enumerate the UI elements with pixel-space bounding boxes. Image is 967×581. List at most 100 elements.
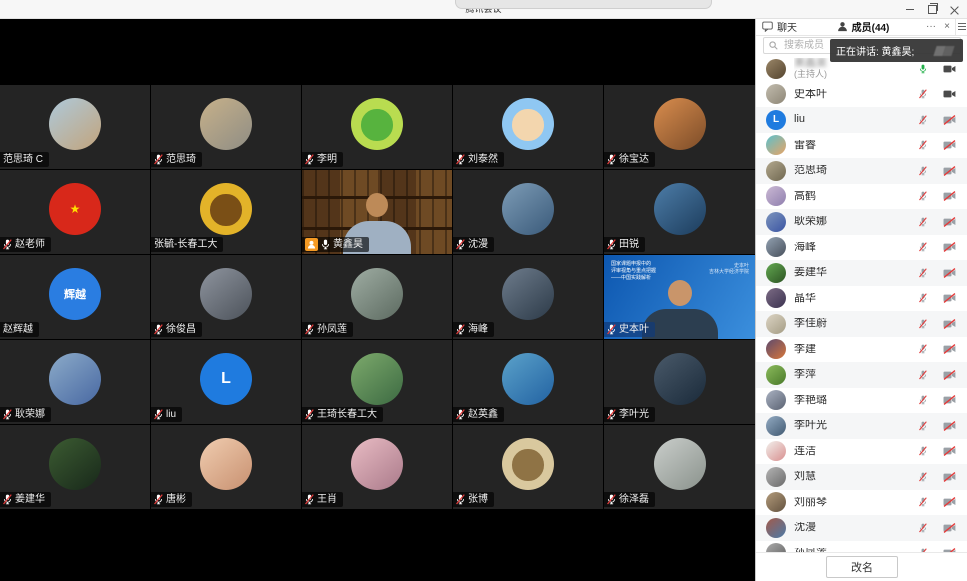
video-tile[interactable]: 田锐 (604, 170, 755, 254)
camera-off-icon[interactable] (943, 523, 956, 533)
video-tile[interactable]: 徐泽磊 (604, 425, 755, 509)
member-row[interactable]: 刘丽琴 (756, 490, 967, 516)
mic-muted-icon[interactable] (919, 472, 927, 482)
camera-off-icon[interactable] (943, 370, 956, 380)
video-tile[interactable]: 范思琦 (151, 85, 301, 169)
camera-off-icon[interactable] (943, 217, 956, 227)
close-window-button[interactable] (943, 1, 965, 17)
video-tile[interactable]: ★ 赵老师 (0, 170, 150, 254)
avatar (766, 365, 786, 385)
member-row[interactable]: 李艳璐 (756, 388, 967, 414)
member-row[interactable]: 晶华 (756, 286, 967, 312)
mic-muted-icon[interactable] (919, 446, 927, 456)
member-row[interactable]: 姜建华 (756, 260, 967, 286)
mic-muted-icon[interactable] (919, 497, 927, 507)
participant-name: 史本叶 (619, 323, 649, 336)
video-tile[interactable]: 刘泰然 (453, 85, 603, 169)
tab-chat[interactable]: 聊天 (756, 18, 803, 35)
camera-on-icon[interactable] (943, 64, 956, 74)
member-row[interactable]: 沈漫 (756, 515, 967, 541)
member-row[interactable]: 连洁 (756, 439, 967, 465)
avatar (200, 268, 252, 320)
camera-off-icon[interactable] (943, 191, 956, 201)
video-tile[interactable]: 海峰 (453, 255, 603, 339)
video-tile[interactable]: 辉越赵辉越 (0, 255, 150, 339)
member-row[interactable]: 史本叶 (756, 82, 967, 108)
mic-muted-icon[interactable] (919, 140, 927, 150)
member-row[interactable]: 李叶光 (756, 413, 967, 439)
member-row[interactable]: 刘慧 (756, 464, 967, 490)
video-tile[interactable]: 范思琦 C (0, 85, 150, 169)
video-tile[interactable]: 唐彬 (151, 425, 301, 509)
mic-muted-icon[interactable] (919, 217, 927, 227)
member-row[interactable]: Lliu (756, 107, 967, 133)
participant-name-label: 姜建华 (0, 492, 51, 507)
mic-muted-icon[interactable] (919, 166, 927, 176)
camera-off-icon[interactable] (943, 115, 956, 125)
video-tile[interactable]: 王肖 (302, 425, 452, 509)
avatar: ★ (49, 183, 101, 235)
video-tile[interactable]: Lliu (151, 340, 301, 424)
video-tile[interactable]: 李叶光 (604, 340, 755, 424)
video-tile[interactable]: 国家课题申报中的评审视角与重点把握——中国实践解析史本叶吉林大学经济学院史本叶 (604, 255, 755, 339)
mic-muted-icon[interactable] (919, 370, 927, 380)
video-tile[interactable]: 沈漫 (453, 170, 603, 254)
panel-menu-button[interactable] (955, 18, 967, 35)
avatar (766, 161, 786, 181)
collapsed-toolbar-handle[interactable] (455, 0, 712, 9)
mic-muted-icon[interactable] (919, 421, 927, 431)
tab-members[interactable]: 成员(44) (831, 18, 896, 35)
member-row[interactable]: 李萍 (756, 362, 967, 388)
video-tile[interactable]: 徐俊昌 (151, 255, 301, 339)
member-row[interactable]: 李佳蔚 (756, 311, 967, 337)
camera-off-icon[interactable] (943, 421, 956, 431)
camera-off-icon[interactable] (943, 344, 956, 354)
video-tile[interactable]: 孙凤莲 (302, 255, 452, 339)
mic-muted-icon[interactable] (919, 395, 927, 405)
camera-on-icon[interactable] (943, 89, 956, 99)
minimize-button[interactable] (899, 1, 921, 17)
camera-off-icon[interactable] (943, 242, 956, 252)
member-row[interactable]: 李建 (756, 337, 967, 363)
mic-muted-icon[interactable] (919, 115, 927, 125)
video-tile[interactable]: 赵英鑫 (453, 340, 603, 424)
member-row[interactable]: 耿荣娜 (756, 209, 967, 235)
restore-button[interactable] (921, 1, 943, 17)
video-tile[interactable]: 黄鑫昊 (302, 170, 452, 254)
mic-muted-icon[interactable] (919, 268, 927, 278)
mic-muted-icon[interactable] (919, 191, 927, 201)
camera-off-icon[interactable] (943, 472, 956, 482)
camera-off-icon[interactable] (943, 395, 956, 405)
camera-off-icon[interactable] (943, 497, 956, 507)
mic-muted-icon[interactable] (919, 293, 927, 303)
rename-button[interactable]: 改名 (826, 556, 898, 578)
video-tile[interactable]: 张毓-长春工大 (151, 170, 301, 254)
member-row[interactable]: 孙凤莲 (756, 541, 967, 553)
member-row[interactable]: 海峰 (756, 235, 967, 261)
member-row[interactable]: 高鹤 (756, 184, 967, 210)
camera-off-icon[interactable] (943, 446, 956, 456)
mic-muted-icon[interactable] (919, 523, 927, 533)
mic-muted-icon[interactable] (919, 319, 927, 329)
video-tile[interactable]: 耿荣娜 (0, 340, 150, 424)
camera-off-icon[interactable] (943, 268, 956, 278)
camera-off-icon[interactable] (943, 166, 956, 176)
mic-muted-icon[interactable] (919, 89, 927, 99)
mic-muted-icon[interactable] (919, 344, 927, 354)
camera-off-icon[interactable] (943, 140, 956, 150)
participant-name: 赵老师 (15, 238, 45, 251)
panel-more-button[interactable]: ··· (923, 18, 939, 35)
video-tile[interactable]: 王琦长春工大 (302, 340, 452, 424)
camera-off-icon[interactable] (943, 319, 956, 329)
member-row[interactable]: 雷睿 (756, 133, 967, 159)
mic-on-icon[interactable] (919, 64, 927, 74)
member-row[interactable]: 范思琦 (756, 158, 967, 184)
participant-name-label: 黄鑫昊 (302, 237, 369, 252)
camera-off-icon[interactable] (943, 293, 956, 303)
video-tile[interactable]: 张博 (453, 425, 603, 509)
mic-muted-icon[interactable] (919, 242, 927, 252)
video-tile[interactable]: 姜建华 (0, 425, 150, 509)
video-tile[interactable]: 徐宝达 (604, 85, 755, 169)
panel-close-button[interactable]: × (939, 18, 955, 35)
video-tile[interactable]: 李明 (302, 85, 452, 169)
